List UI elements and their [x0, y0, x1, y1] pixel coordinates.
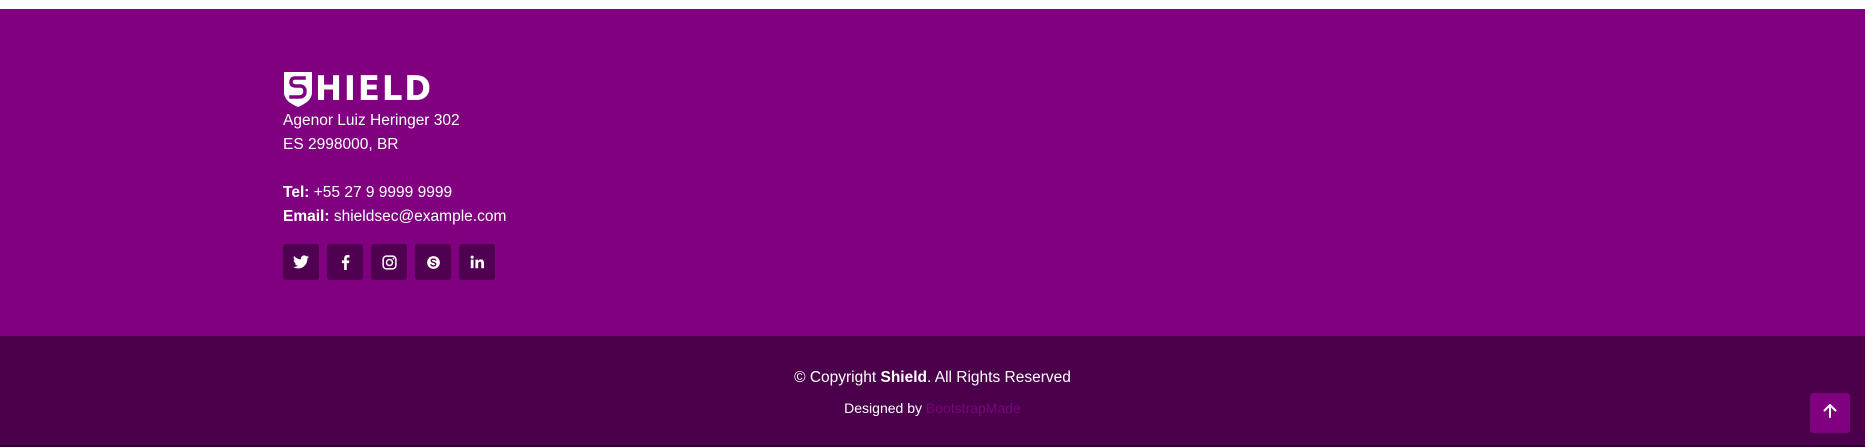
skype-icon: [426, 255, 441, 270]
copyright-suffix: . All Rights Reserved: [927, 369, 1071, 386]
social-links: [283, 244, 506, 280]
twitter-icon: [293, 255, 309, 269]
facebook-button[interactable]: [327, 244, 363, 280]
tel-line: Tel: +55 27 9 9999 9999: [283, 181, 506, 205]
copyright-prefix: © Copyright: [794, 369, 881, 386]
tel-value: +55 27 9 9999 9999: [313, 184, 453, 201]
footer-bottom: © Copyright Shield. All Rights Reserved …: [0, 336, 1865, 447]
twitter-button[interactable]: [283, 244, 319, 280]
tel-label: Tel:: [283, 184, 310, 201]
address-line-2: ES 2998000, BR: [283, 136, 399, 153]
copyright: © Copyright Shield. All Rights Reserved: [0, 368, 1865, 388]
back-to-top-button[interactable]: [1810, 393, 1850, 433]
logo-text: HIELD: [315, 69, 434, 109]
arrow-up-icon: [1822, 403, 1838, 424]
email-line: Email: shieldsec@example.com: [283, 205, 506, 229]
email-value: shieldsec@example.com: [333, 208, 507, 225]
copyright-brand: Shield: [880, 369, 927, 386]
linkedin-icon: [470, 255, 484, 269]
page-top-strip: [0, 0, 1865, 9]
linkedin-button[interactable]: [459, 244, 495, 280]
shield-s-icon: [283, 70, 313, 108]
page: HIELD Agenor Luiz Heringer 302 ES 299800…: [0, 0, 1865, 447]
contact-block: Tel: +55 27 9 9999 9999 Email: shieldsec…: [283, 181, 506, 229]
logo[interactable]: HIELD: [283, 69, 506, 109]
email-label: Email:: [283, 208, 330, 225]
credits-link[interactable]: BootstrapMade: [926, 400, 1021, 416]
address-block: Agenor Luiz Heringer 302 ES 2998000, BR: [283, 109, 506, 157]
credits: Designed by BootstrapMade: [0, 398, 1865, 418]
skype-button[interactable]: [415, 244, 451, 280]
footer-info: HIELD Agenor Luiz Heringer 302 ES 299800…: [283, 69, 506, 280]
footer-top: HIELD Agenor Luiz Heringer 302 ES 299800…: [0, 9, 1865, 336]
instagram-button[interactable]: [371, 244, 407, 280]
address-line-1: Agenor Luiz Heringer 302: [283, 112, 460, 129]
instagram-icon: [381, 254, 397, 270]
facebook-icon: [341, 254, 350, 270]
credits-prefix: Designed by: [844, 400, 926, 416]
